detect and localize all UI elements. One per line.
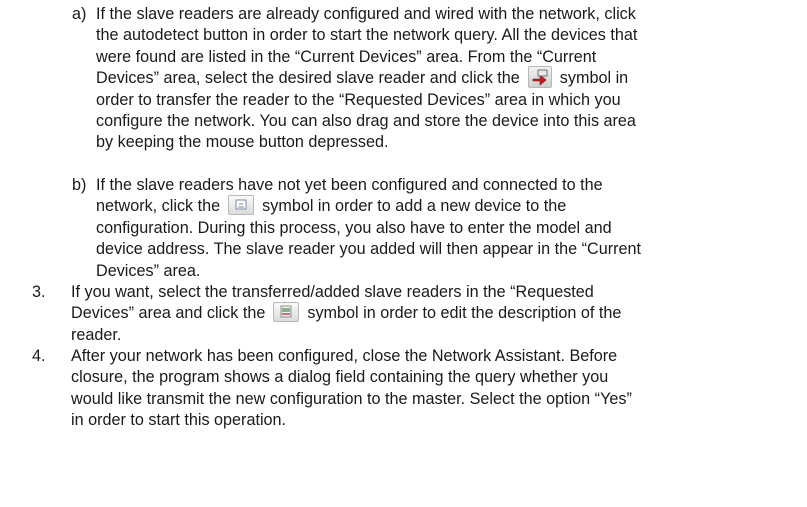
paragraph-text: symbol in [559, 69, 629, 88]
paragraph-text: Devices” area, select the desired slave … [96, 69, 520, 88]
paragraph-line: Devices” area, select the desired slave … [96, 65, 637, 89]
paragraph-line: order to transfer the reader to the “Req… [96, 90, 621, 109]
add-device-icon [228, 195, 255, 216]
paragraph-line: device address. The slave reader you add… [96, 240, 641, 259]
paragraph-line: were found are listed in the “Current De… [96, 47, 597, 66]
paragraph-line: configure the network. You can also drag… [96, 111, 636, 130]
paragraph-line: Devices” area. [96, 261, 201, 280]
list-marker: b) [72, 176, 87, 194]
paragraph-text: Devices” area and click the [71, 304, 266, 323]
paragraph-line: Devices” area and click the symbol in ord… [71, 302, 622, 324]
paragraph-text: network, click the [96, 197, 221, 216]
paragraph-line: reader. [71, 325, 122, 344]
paragraph-line: If the slave readers are already configu… [96, 5, 636, 23]
paragraph-line: would like transmit the new configuratio… [71, 389, 632, 408]
paragraph-text: symbol in order to add a new device to t… [262, 197, 567, 216]
paragraph-line: network, click the symbol in order to add… [96, 195, 641, 217]
list-marker: a) [72, 5, 87, 23]
paragraph-line: in order to start this operation. [71, 411, 287, 430]
instruction-page: a) If the slave readers are already conf… [0, 0, 807, 507]
paragraph-line: the autodetect button in order to start … [96, 26, 638, 45]
paragraph-line: by keeping the mouse button depressed. [96, 133, 389, 152]
edit-description-icon [273, 302, 300, 323]
paragraph-line: If the slave readers have not yet been c… [96, 176, 603, 194]
transfer-device-icon [527, 65, 552, 88]
paragraph-text: symbol in order to edit the description … [307, 304, 622, 323]
paragraph-line: If you want, select the transferred/adde… [71, 283, 594, 301]
paragraph-line: closure, the program shows a dialog fiel… [71, 368, 609, 387]
paragraph-line: After your network has been configured, … [71, 347, 618, 365]
list-marker: 3. [32, 283, 46, 301]
paragraph-line: configuration. During this process, you … [96, 218, 612, 237]
list-marker: 4. [32, 347, 46, 365]
